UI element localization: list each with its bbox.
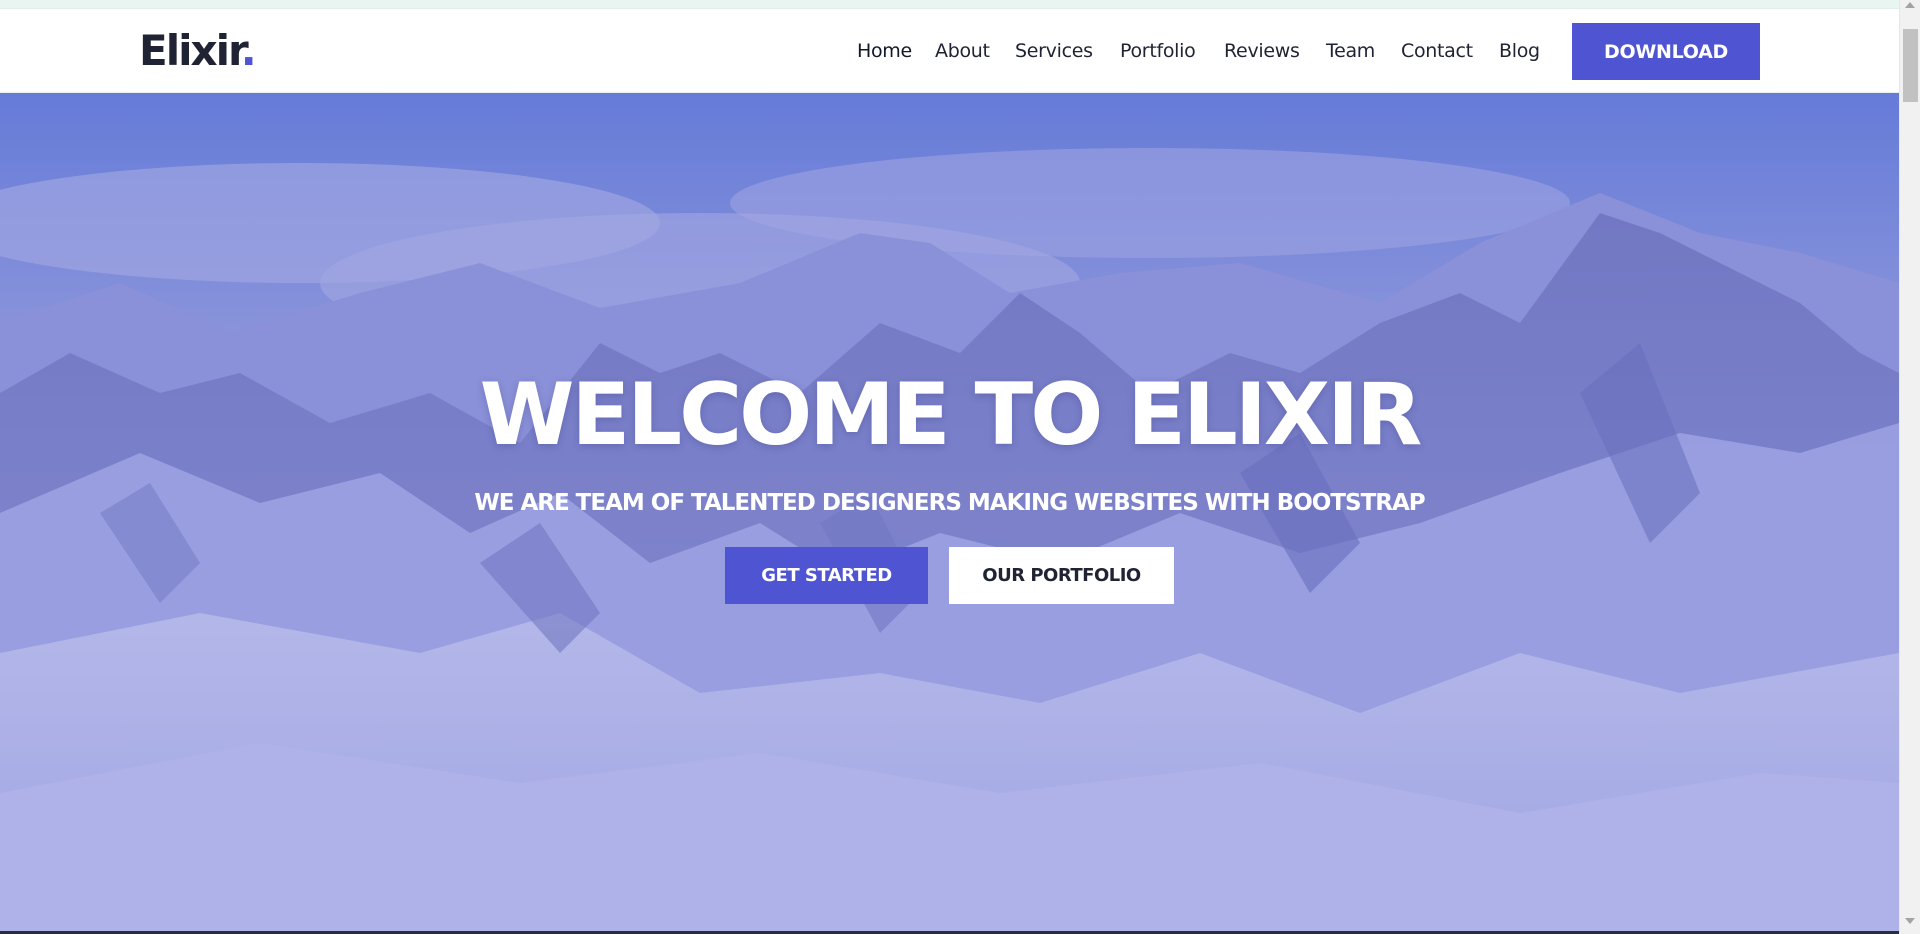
browser-top-strip <box>0 0 1899 9</box>
nav-team[interactable]: Team <box>1326 40 1375 62</box>
nav-reviews[interactable]: Reviews <box>1224 40 1300 62</box>
scroll-down-arrow-icon[interactable] <box>1905 918 1915 924</box>
nav-services[interactable]: Services <box>1015 40 1093 62</box>
nav-contact[interactable]: Contact <box>1401 40 1473 62</box>
hero-section: WELCOME TO ELIXIR WE ARE TEAM OF TALENTE… <box>0 93 1899 931</box>
nav-portfolio[interactable]: Portfolio <box>1120 40 1196 62</box>
nav-about[interactable]: About <box>935 40 990 62</box>
download-button[interactable]: DOWNLOAD <box>1572 23 1760 80</box>
our-portfolio-button[interactable]: OUR PORTFOLIO <box>949 547 1174 604</box>
scroll-up-arrow-icon[interactable] <box>1905 2 1915 8</box>
get-started-button[interactable]: GET STARTED <box>725 547 928 604</box>
hero-subtitle: WE ARE TEAM OF TALENTED DESIGNERS MAKING… <box>474 490 1425 516</box>
nav-home[interactable]: Home <box>857 40 912 62</box>
hero-title: WELCOME TO ELIXIR <box>479 365 1423 465</box>
page-scrollbar[interactable] <box>1899 0 1920 934</box>
nav-blog[interactable]: Blog <box>1499 40 1540 62</box>
scrollbar-thumb[interactable] <box>1903 29 1918 102</box>
site-header: Elixir. Home About Services Portfolio Re… <box>0 9 1899 93</box>
